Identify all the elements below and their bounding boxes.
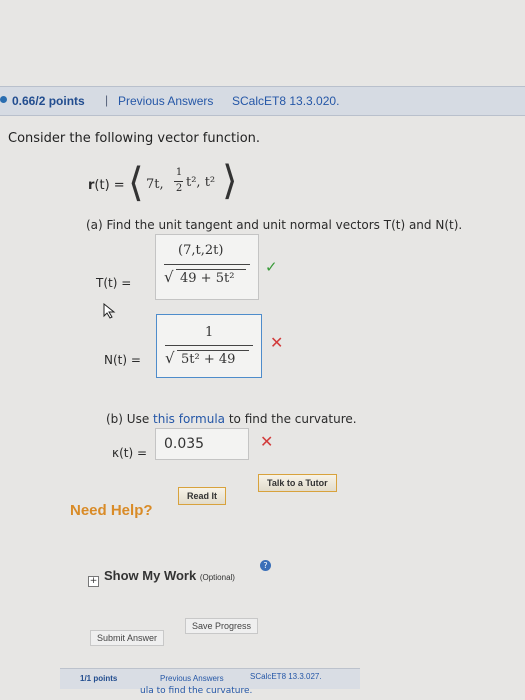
T-answer-field[interactable]: (7,t,2t) √ 49 + 5t² [155,234,259,300]
r-component-1: 7t, [146,177,164,192]
save-progress-button[interactable]: Save Progress [185,618,259,634]
read-it-button[interactable]: Read It [178,487,227,505]
N-numerator: 1 [205,325,214,340]
header-separator: | [105,93,109,107]
sqrt-icon: √ [165,349,175,367]
talk-to-tutor-button[interactable]: Talk to a Tutor [258,474,337,492]
correct-check-icon: ✓ [265,258,278,276]
right-angle-bracket: ⟩ [222,158,238,204]
T-denominator: 49 + 5t² [180,271,235,286]
T-fraction-bar [164,264,250,265]
submit-answer-button[interactable]: Submit Answer [90,630,165,646]
previous-answers-link[interactable]: Previous Answers [118,94,213,108]
question-header: 0.66/2 points | Previous Answers SCalcET… [0,86,525,116]
next-points-score: 1/1 points [80,674,118,683]
r-fraction-denominator: 2 [175,183,183,194]
left-angle-bracket: ⟨ [128,160,144,206]
N-fraction-bar [165,345,253,346]
kappa-label: κ(t) = [112,446,148,460]
mouse-cursor-icon [103,303,116,319]
T-radical-bar [176,269,246,270]
problem-intro: Consider the following vector function. [8,131,261,146]
N-label: N(t) = [104,353,141,367]
kappa-value: 0.035 [164,436,205,452]
T-label: T(t) = [96,276,132,290]
info-icon[interactable]: ? [260,560,271,571]
problem-code-link[interactable]: SCalcET8 13.3.020. [232,94,339,108]
next-problem-code-link[interactable]: SCalcET8 13.3.027. [250,672,322,681]
need-help-label: Need Help? [70,502,153,519]
incorrect-x-icon: ✕ [270,333,284,352]
points-score: 0.66/2 points [12,94,85,108]
next-previous-answers-link[interactable]: Previous Answers [160,674,224,683]
r-fraction-numerator: 1 [175,167,183,178]
T-numerator: (7,t,2t) [178,243,224,258]
question-bullet-icon [0,96,7,103]
part-a-question: (a) Find the unit tangent and unit norma… [86,218,463,232]
show-my-work-toggle[interactable]: Show My Work (Optional) [104,568,235,583]
r-fraction-bar [174,181,183,182]
sqrt-icon: √ [164,268,174,286]
r-component-rest: t², t² [186,175,216,190]
incorrect-x-icon: ✕ [260,432,274,451]
part-b-question: (b) Use this formula to find the curvatu… [106,412,357,426]
formula-link[interactable]: this formula [153,412,225,426]
r-function-label: r(t) = [88,178,125,193]
next-question-snippet: ula to find the curvature. [140,686,253,696]
kappa-answer-field[interactable]: 0.035 [155,428,249,460]
N-radical-bar [177,350,249,351]
expand-plus-icon[interactable]: + [88,576,99,587]
N-denominator: 5t² + 49 [181,352,236,367]
N-answer-field[interactable]: 1 √ 5t² + 49 [156,314,262,378]
